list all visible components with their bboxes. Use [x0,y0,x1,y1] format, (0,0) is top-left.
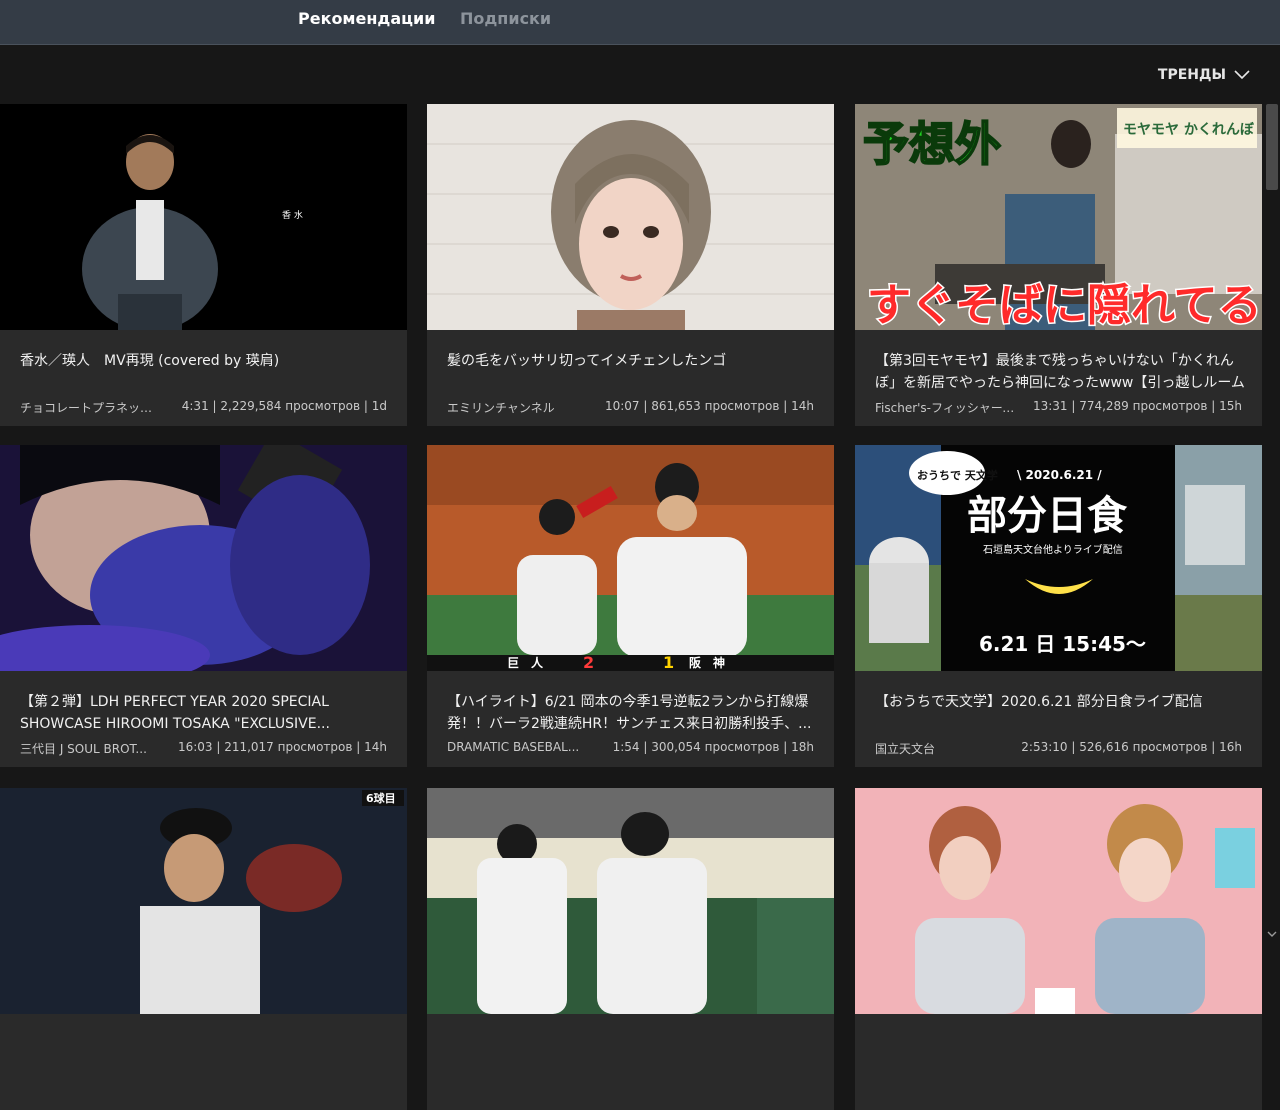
video-title[interactable]: 【第3回モヤモヤ】最後まで残っちゃいけない「かくれんぼ」を新居でやったら神回にな… [875,350,1247,394]
score-away-team: 阪 神 [689,655,725,670]
video-title[interactable]: 【おうちで天文学】2020.6.21 部分日食ライブ配信 [875,691,1247,713]
thumbnail-headline: 予想外 [863,117,1001,171]
video-title[interactable]: 香水／瑛人 MV再現 (covered by 瑛肩) [20,350,392,372]
video-stats: 2:53:10 | 526,616 просмотров | 16h [1021,740,1242,754]
video-meta: DRAMATIC BASEBAL... 1:54 | 300,054 просм… [447,740,814,756]
video-meta: チョコレートプラネット チ... 4:31 | 2,229,584 просмо… [20,399,387,415]
video-stats: 1:54 | 300,054 просмотров | 18h [612,740,814,754]
video-card[interactable] [855,788,1262,1110]
video-card[interactable]: 6球目 [0,788,407,1110]
video-title[interactable]: 髪の毛をバッサリ切ってイメチェンしたンゴ [447,350,819,372]
thumbnail-date: \ 2020.6.21 / [1017,468,1102,482]
video-thumbnail [0,445,407,671]
score-away-value: 1 [663,653,674,671]
trends-filter-dropdown[interactable]: ТРЕНДЫ [1158,64,1250,86]
video-card[interactable]: 巨 人 2 1 阪 神 【ハイライト】6/21 岡本の今季1号逆転2ランから打線… [427,445,834,767]
thumbnail-badge: モヤモヤ かくれんぼ [1123,122,1255,138]
video-thumbnail [427,104,834,330]
thumbnail-subheadline: すぐそばに隠れてる [867,280,1262,330]
thumbnail-headline: 部分日食 [967,493,1128,539]
tab-subscriptions[interactable]: Подписки [460,9,551,29]
trends-filter-label: ТРЕНДЫ [1157,67,1226,83]
video-thumbnail: 香 水 [0,104,407,330]
video-stats: 4:31 | 2,229,584 просмотров | 1d [181,399,387,413]
scroll-down-arrow-icon[interactable] [1267,931,1277,937]
thumbnail-badge: 6球目 [366,791,396,805]
top-navigation-bar: Рекомендации Подписки [0,0,1280,45]
video-stats: 13:31 | 774,289 просмотров | 15h [1032,399,1242,413]
video-thumbnail [855,788,1262,1014]
chevron-down-icon [1234,70,1250,80]
video-card[interactable]: 香 水 香水／瑛人 MV再現 (covered by 瑛肩) チョコレートプラネ… [0,104,407,426]
scrollbar-thumb[interactable] [1266,104,1278,190]
thumbnail-badge: おうちで 天文学 [917,468,998,482]
video-stats: 10:07 | 861,653 просмотров | 14h [604,399,814,413]
video-title[interactable]: 【第２弾】LDH PERFECT YEAR 2020 SPECIAL SHOWC… [20,691,392,735]
video-thumbnail: 6球目 [0,788,407,1014]
video-meta: 三代目 J SOUL BROT... 16:03 | 211,017 просм… [20,740,387,756]
channel-name[interactable]: チョコレートプラネット チ... [20,399,160,415]
score-home-value: 2 [583,653,594,671]
video-thumbnail: 予想外 モヤモヤ かくれんぼ すぐそばに隠れてる [855,104,1262,330]
channel-name[interactable]: エミリンチャンネル [447,399,555,415]
video-title[interactable]: 【ハイライト】6/21 岡本の今季1号逆転2ランから打線爆発！！バーラ2戦連続H… [447,691,819,735]
thumbnail-time: 6.21 日 15:45～ [979,632,1146,656]
video-card[interactable]: 【第２弾】LDH PERFECT YEAR 2020 SPECIAL SHOWC… [0,445,407,767]
video-card[interactable] [427,788,834,1110]
channel-name[interactable]: Fischer's-フィッシャーズ- [875,399,1015,415]
tab-recommendations[interactable]: Рекомендации [298,9,435,29]
video-card[interactable]: 髪の毛をバッサリ切ってイメチェンしたンゴ エミリンチャンネル 10:07 | 8… [427,104,834,426]
score-home-team: 巨 人 [507,655,544,670]
video-meta: Fischer's-フィッシャーズ- 13:31 | 774,289 просм… [875,399,1242,415]
video-card[interactable]: 予想外 モヤモヤ かくれんぼ すぐそばに隠れてる 【第3回モヤモヤ】最後まで残っ… [855,104,1262,426]
channel-name[interactable]: DRAMATIC BASEBAL... [447,740,579,756]
thumbnail-caption: 香 水 [282,209,303,221]
video-stats: 16:03 | 211,017 просмотров | 14h [177,740,387,754]
thumbnail-subheadline: 石垣島天文台他よりライブ配信 [983,543,1123,556]
video-thumbnail [427,788,834,1014]
video-thumbnail: 巨 人 2 1 阪 神 [427,445,834,671]
video-meta: 国立天文台 2:53:10 | 526,616 просмотров | 16h [875,740,1242,756]
video-card[interactable]: おうちで 天文学 \ 2020.6.21 / 部分日食 石垣島天文台他よりライブ… [855,445,1262,767]
video-thumbnail: おうちで 天文学 \ 2020.6.21 / 部分日食 石垣島天文台他よりライブ… [855,445,1262,671]
channel-name[interactable]: 国立天文台 [875,740,935,756]
video-meta: エミリンチャンネル 10:07 | 861,653 просмотров | 1… [447,399,814,415]
channel-name[interactable]: 三代目 J SOUL BROT... [20,740,147,756]
